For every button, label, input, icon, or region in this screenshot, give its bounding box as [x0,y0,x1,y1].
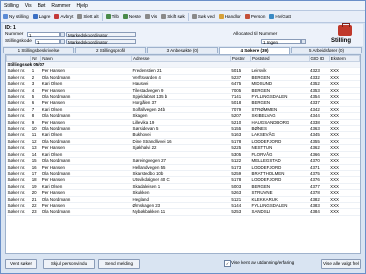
toolbar-button-label: Tilb [111,14,119,19]
toolbar-button-label: Skift søk [167,14,185,19]
toolbar-button-1[interactable]: Lagre [31,14,53,19]
toolbar-button-11[interactable]: Hv/Gatt [267,14,293,19]
toolbar-button-0[interactable]: Ny stilling [1,14,31,19]
menu-item-3[interactable]: Rammer [48,3,73,9]
save-icon [32,14,38,19]
toolbar-button-10[interactable]: Person [243,14,268,19]
toolbar-button-label: Søk ved [197,14,215,19]
view-icon [144,14,150,19]
menu-item-4[interactable]: Hjelp [74,3,91,9]
table-cell: SANDSLI [250,208,310,216]
new-icon [3,14,8,19]
stilling-label: Stilling [331,38,351,44]
toolbar-button-label: Slett alt [83,14,99,19]
menu-item-1[interactable]: Vis [22,3,35,9]
allocated-field[interactable]: 1 Ingen [261,39,301,45]
toolbar-button-4[interactable]: Tilb [104,14,121,19]
footer-bar: Vent søker Skjul personvindu Send meldin… [3,254,363,272]
toolbar: Ny stilling Lagre Avbryt Slett alt Tilb Neste… [1,11,365,23]
toolbar-button-8[interactable]: Søk ved [190,14,217,19]
allocated-dropdown-button[interactable] [301,39,306,44]
allocated-label: Allocated til Nummer [233,32,278,37]
table-cell: 23 [30,208,41,216]
toolbar-button-label: Hv/Gatt [275,14,291,19]
stillingskode-label: Stillingskode [5,39,32,44]
toolbar-button-label: Avbryt [60,14,74,19]
position-code-description-field: Markedskoordinator [66,39,136,45]
table-cell: Ola Nordmann [40,208,132,216]
delete-icon [77,14,83,19]
toolbar-button-label: Handlor [224,14,241,19]
help-icon [269,14,275,19]
switch-icon [161,14,167,19]
tab-4[interactable]: 5 Arbeidsfører (0) [291,47,362,53]
person-icon [244,14,250,19]
toolbar-button-6[interactable]: Vis [143,14,159,19]
toolbar-button-label: Vis [150,14,158,19]
show-education-label: Vise kent av utdanning/erfaring [231,260,295,265]
table-row[interactable]: Søker nr. 23 Ola Nordmann Nybøkbakken 11 525… [6,208,360,216]
stillingskode-field[interactable]: 1 [35,39,60,45]
position-title-field: Markedskoordinator [66,32,136,38]
show-education-checkbox[interactable]: ✓ [224,260,231,267]
briefcase-icon [338,23,352,36]
tab-1[interactable]: 2 Stillingsprofil [75,47,146,53]
nummer-label: Nummer [5,32,24,37]
tab-0[interactable]: 1 Stillingsbeskrivelse [3,47,74,53]
tab-3[interactable]: 4 Søkere (39) [219,47,290,54]
toolbar-button-5[interactable]: Neste [121,14,143,19]
toolbar-button-label: Person [250,14,266,19]
table-cell: 4384 [309,208,330,216]
send-message-button[interactable]: Send melding [98,259,140,269]
toolbar-button-9[interactable]: Handlor [217,14,243,19]
toolbar-button-label: Ny stilling [9,14,29,19]
menu-item-2[interactable]: Bøt [35,3,49,9]
toolbar-button-label: Lagre [38,14,51,19]
record-id-label: ID: 1 [5,25,16,31]
toolbar-separator [101,12,103,21]
hide-person-window-button[interactable]: Skjul personvindu [43,259,95,269]
table-cell: Nybøkbakken 11 [131,208,231,216]
toolbar-button-2[interactable]: Avbryt [52,14,75,19]
tab-strip: 1 Stillingsbeskrivelse 2 Stillingsprofil 3… [3,47,363,54]
nummer-field[interactable]: 1 [27,32,60,38]
toolbar-button-3[interactable]: Slett alt [75,14,100,19]
table-cell: XXX [329,208,360,216]
position-header: ID: 1 Nummer 1 Markedskoordinator Stilli… [3,23,363,46]
nummer-dropdown-button[interactable] [60,32,65,37]
table-cell: Søker nr. [6,208,31,216]
back-icon [105,14,111,19]
applicants-grid: Nr Navn Adresse Postnr Poststed GID ID Ekstern… [5,54,361,254]
show-all-selected-button[interactable]: Vise alle valgt frel [321,259,361,269]
table-cell: 5253 [230,208,251,216]
tab-2[interactable]: 3 Anbesøkte (0) [147,47,218,53]
toolbar-button-7[interactable]: Skift søk [159,14,187,19]
stilling-badge: Stilling [330,23,362,46]
grid-body: Stillingssøk 05/07 Søker nr. 1 Per Hansen F… [6,61,360,216]
actions-icon [218,14,224,19]
next-icon [122,14,128,19]
cancel-icon [54,14,60,19]
toolbar-button-label: Neste [128,14,141,19]
menu-bar: Stilling Vis Bøt Rammer Hjelp [1,1,365,11]
toolbar-separator [187,12,189,21]
application-window: Stilling Vis Bøt Rammer Hjelp Ny stilling Lag… [0,0,366,274]
menu-item-0[interactable]: Stilling [1,3,22,9]
search-icon [191,14,197,19]
stillingskode-dropdown-button[interactable] [60,39,65,44]
vent-soker-button[interactable]: Vent søker [5,259,37,269]
